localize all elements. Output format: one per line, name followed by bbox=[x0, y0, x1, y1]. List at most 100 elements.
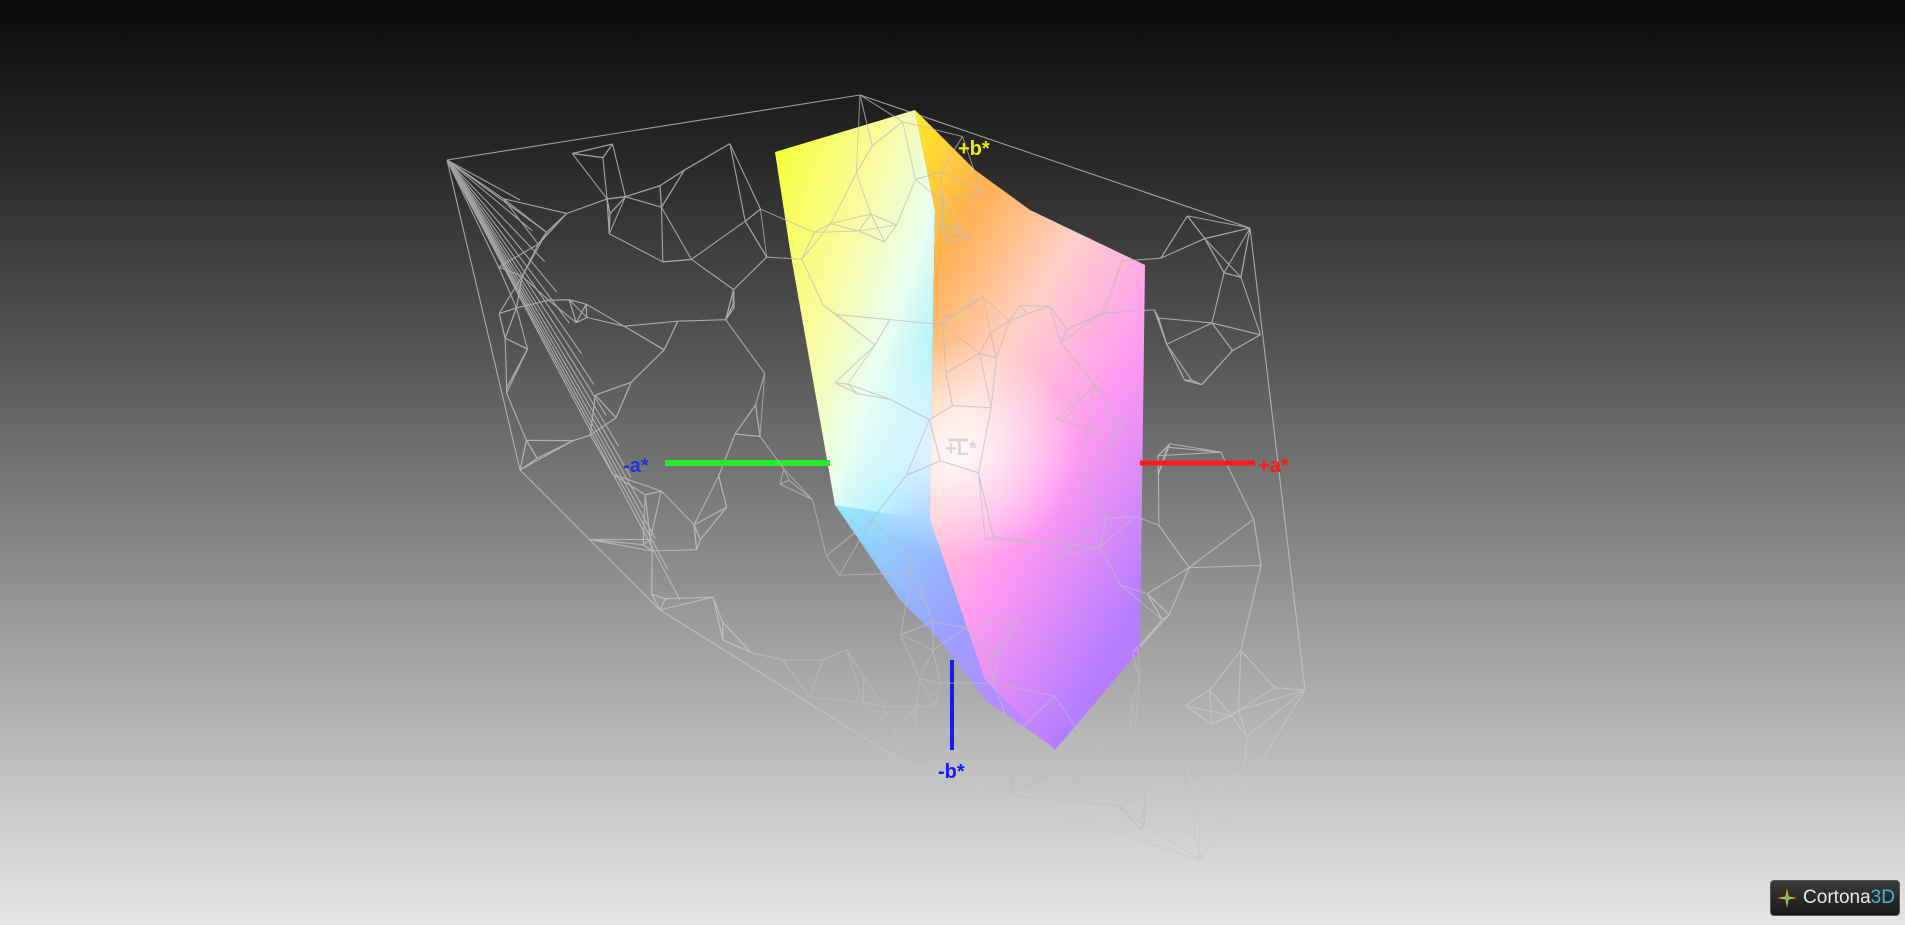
wireframe-mesh-edge bbox=[915, 678, 921, 708]
wireframe-mesh-edge bbox=[759, 209, 768, 258]
wireframe-mesh-edge bbox=[1238, 689, 1306, 711]
wireframe-mesh-edge bbox=[1146, 593, 1163, 621]
wireframe-mesh-edge bbox=[1184, 766, 1191, 784]
wireframe-mesh-edge bbox=[809, 660, 823, 698]
wireframe-mesh-edge bbox=[1145, 766, 1186, 796]
wireframe-mesh-edge bbox=[718, 433, 736, 477]
wireframe-mesh-edge bbox=[1166, 344, 1186, 381]
wireframe-mesh-edge bbox=[693, 475, 720, 526]
wireframe-mesh-edge bbox=[644, 490, 662, 496]
wireframe-mesh-edge bbox=[660, 206, 692, 260]
wireframe-mesh-edge bbox=[859, 94, 903, 123]
wireframe-mesh-edge bbox=[699, 506, 728, 540]
wireframe-mesh-edge bbox=[691, 258, 734, 291]
wireframe-mesh-edge bbox=[729, 143, 761, 210]
wireframe-mesh-edge bbox=[750, 652, 783, 661]
wireframe-mesh-edge bbox=[595, 381, 632, 396]
measured-gamut-solid bbox=[775, 110, 1145, 750]
wireframe-mesh-edge bbox=[1189, 783, 1200, 800]
wireframe-mesh-edge bbox=[1231, 715, 1248, 738]
wireframe-mesh-edge bbox=[735, 433, 761, 438]
wireframe-mesh-edge bbox=[572, 152, 603, 159]
wireframe-mesh-edge bbox=[446, 159, 656, 539]
wireframe-mesh-edge bbox=[729, 143, 746, 222]
wireframe-mesh-edge bbox=[615, 382, 632, 418]
wireframe-mesh-edge bbox=[1238, 650, 1242, 711]
wireframe-mesh-edge bbox=[722, 639, 752, 654]
pos-a-axis-label: +a* bbox=[1258, 455, 1289, 477]
wireframe-mesh-edge bbox=[504, 337, 528, 350]
wireframe-mesh-edge bbox=[809, 696, 864, 703]
wireframe-mesh-edge bbox=[734, 404, 756, 435]
wireframe-mesh-edge bbox=[783, 468, 813, 500]
wireframe-mesh-edge bbox=[942, 225, 960, 228]
wireframe-mesh-edge bbox=[1240, 565, 1262, 651]
wireframe-mesh-edge bbox=[1117, 805, 1145, 825]
wireframe-mesh-edge bbox=[660, 169, 685, 208]
wireframe-mesh-edge bbox=[1064, 799, 1118, 806]
wireframe-mesh-edge bbox=[1253, 519, 1262, 566]
wireframe-mesh-edge bbox=[623, 320, 678, 327]
wireframe-mesh-edge bbox=[811, 499, 827, 556]
wireframe-mesh-edge bbox=[1204, 227, 1251, 240]
wireframe-mesh-edge bbox=[1166, 322, 1213, 345]
wireframe-mesh-edge bbox=[825, 555, 840, 576]
wireframe-mesh-edge bbox=[919, 649, 934, 680]
wireframe-mesh-edge bbox=[446, 159, 582, 355]
wireframe-mesh-edge bbox=[1166, 343, 1193, 381]
wireframe-mesh-edge bbox=[932, 650, 941, 684]
wireframe-mesh-edge bbox=[919, 678, 941, 684]
wireframe-mesh-edge bbox=[696, 539, 701, 550]
wireframe-mesh-edge bbox=[585, 304, 588, 318]
wireframe-mesh-edge bbox=[916, 704, 935, 708]
wireframe-mesh-edge bbox=[1145, 782, 1191, 796]
wireframe-mesh-edge bbox=[863, 676, 884, 707]
wireframe-mesh-edge bbox=[744, 220, 768, 258]
wireframe-mesh-edge bbox=[846, 649, 864, 703]
wireframe-mesh-edge bbox=[1232, 334, 1261, 352]
wireframe-mesh-edge bbox=[608, 196, 626, 234]
cortona-star-icon bbox=[1777, 888, 1798, 908]
wireframe-mesh-edge bbox=[934, 683, 941, 706]
wireframe-mesh-edge bbox=[1211, 272, 1225, 324]
wireframe-mesh-edge bbox=[1274, 687, 1306, 691]
wireframe-mesh-edge bbox=[625, 196, 662, 208]
wireframe-mesh-edge bbox=[744, 208, 761, 222]
wireframe-mesh-edge bbox=[1092, 741, 1130, 752]
wireframe-mesh-edge bbox=[718, 475, 728, 508]
wireframe-mesh-edge bbox=[862, 677, 865, 703]
wireframe-mesh-edge bbox=[733, 256, 768, 291]
wireframe-mesh-edge bbox=[1201, 350, 1233, 386]
wireframe-mesh-edge bbox=[779, 479, 790, 485]
wireframe-mesh-edge bbox=[1246, 689, 1306, 738]
wireframe-mesh-edge bbox=[722, 621, 752, 653]
wireframe-mesh-edge bbox=[612, 143, 626, 197]
wireframe-mesh-edge bbox=[659, 169, 685, 187]
cortona3d-badge[interactable]: Cortona3D bbox=[1770, 880, 1900, 916]
wireframe-mesh-edge bbox=[1184, 689, 1211, 706]
cortona3d-brand-text: Cortona3D bbox=[1803, 887, 1895, 908]
wireframe-mesh-edge bbox=[1158, 317, 1212, 324]
wireframe-mesh-edge bbox=[660, 207, 664, 262]
wireframe-mesh-edge bbox=[1157, 443, 1171, 475]
wireframe-mesh-edge bbox=[506, 348, 528, 389]
wireframe-mesh-edge bbox=[900, 634, 921, 680]
wireframe-mesh-edge bbox=[546, 213, 568, 233]
wireframe-mesh-edge bbox=[783, 468, 790, 481]
wireframe-mesh-edge bbox=[607, 196, 626, 200]
wireframe-mesh-edge bbox=[1158, 317, 1168, 345]
3d-viewport[interactable]: -a* +a* -b* +b* +L* Cortona3D bbox=[0, 0, 1905, 925]
pos-L-axis-label: +L* bbox=[945, 438, 977, 460]
wireframe-mesh-edge bbox=[1209, 650, 1242, 691]
wireframe-mesh-edge bbox=[1193, 799, 1200, 835]
wireframe-mesh-edge bbox=[1157, 451, 1221, 457]
gamut-scene[interactable]: -a* +a* -b* +b* +L* bbox=[0, 0, 1905, 925]
wireframe-mesh-edge bbox=[1240, 277, 1261, 335]
wireframe-mesh-edge bbox=[779, 468, 785, 485]
wireframe-mesh-edge bbox=[609, 196, 626, 215]
wireframe-mesh-edge bbox=[446, 159, 619, 447]
wireframe-mesh-edge bbox=[446, 159, 607, 416]
wireframe-mesh-edge bbox=[882, 706, 895, 730]
wireframe-mesh-edge bbox=[446, 159, 681, 601]
wireframe-mesh-edge bbox=[498, 313, 506, 339]
